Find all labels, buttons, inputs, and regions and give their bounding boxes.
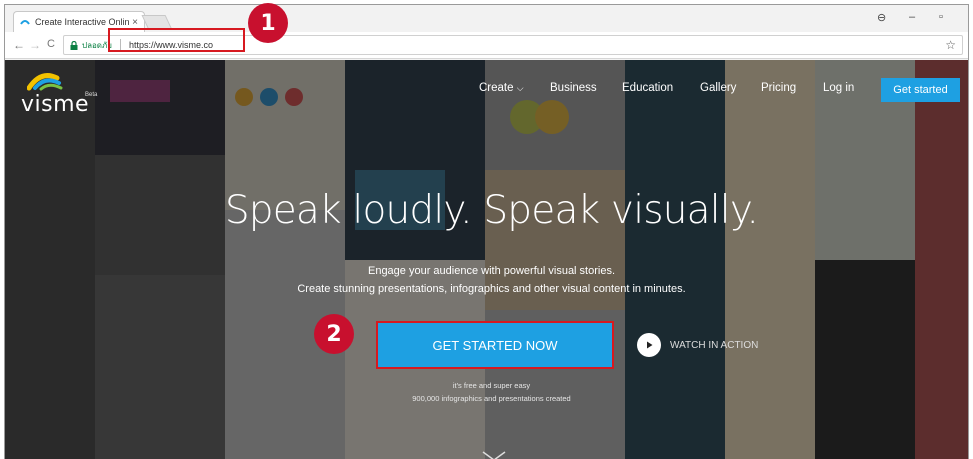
chevron-down-icon: ⌵ (516, 83, 524, 93)
visme-favicon-icon (20, 20, 30, 25)
free-note: it's free and super easy (452, 381, 531, 390)
nav-pricing[interactable]: Pricing (761, 82, 796, 94)
nav-create-label: Create (479, 82, 514, 94)
address-bar[interactable]: ปลอดภัย https://www.visme.co ☆ (63, 35, 963, 55)
browser-toolbar: ← → C ปลอดภัย https://www.visme.co ☆ (5, 32, 968, 59)
forward-icon[interactable]: → (29, 38, 41, 52)
hero-subtitle-1: Engage your audience with powerful visua… (367, 265, 616, 277)
nav-login[interactable]: Log in (823, 82, 854, 94)
url-text[interactable]: https://www.visme.co (129, 40, 213, 50)
back-icon[interactable]: ← (13, 38, 25, 52)
get-started-now-button[interactable]: GET STARTED NOW (376, 321, 614, 369)
beta-label: Beta (85, 92, 98, 98)
scroll-down-icon[interactable] (481, 450, 507, 459)
logo-wordmark: visme (21, 92, 90, 117)
nav-gallery[interactable]: Gallery (700, 82, 736, 94)
reload-icon[interactable]: C (47, 38, 55, 50)
account-icon[interactable]: ⊖ (877, 11, 886, 24)
step-2-badge: 2 (314, 314, 354, 354)
tab-title: Create Interactive Online (35, 17, 130, 27)
step-1-badge: 1 (248, 3, 288, 43)
nav-education[interactable]: Education (622, 82, 673, 94)
secure-label: ปลอดภัย (82, 40, 112, 50)
watch-label: WATCH IN ACTION (670, 339, 759, 351)
get-started-nav-button[interactable]: Get started (881, 78, 960, 102)
nav-create[interactable]: Create ⌵ (479, 82, 524, 94)
tab-close-icon[interactable]: × (132, 17, 138, 28)
lock-icon (70, 40, 78, 50)
created-count-note: 900,000 infographics and presentations c… (412, 394, 571, 403)
bookmark-star-icon[interactable]: ☆ (945, 38, 956, 52)
hero-headline: Speak loudly. Speak visually. (224, 188, 759, 233)
hero-subtitle-2: Create stunning presentations, infograph… (297, 283, 686, 295)
browser-window: Create Interactive Online × ⊖ – ▫ ← → C … (4, 4, 969, 459)
omnibox-divider (119, 39, 121, 51)
nav-business[interactable]: Business (550, 82, 597, 94)
tab-strip: Create Interactive Online × ⊖ – ▫ (5, 5, 968, 32)
browser-tab[interactable]: Create Interactive Online × (13, 11, 145, 32)
new-tab-button[interactable] (141, 15, 173, 30)
watch-in-action-link[interactable]: WATCH IN ACTION (637, 333, 758, 357)
play-icon (637, 333, 661, 357)
restore-button[interactable]: ▫ (939, 11, 943, 23)
minimize-button[interactable]: – (909, 11, 915, 23)
visme-logo-icon (27, 73, 63, 91)
visme-homepage: visme Beta Create ⌵ Business Education G… (5, 60, 968, 459)
